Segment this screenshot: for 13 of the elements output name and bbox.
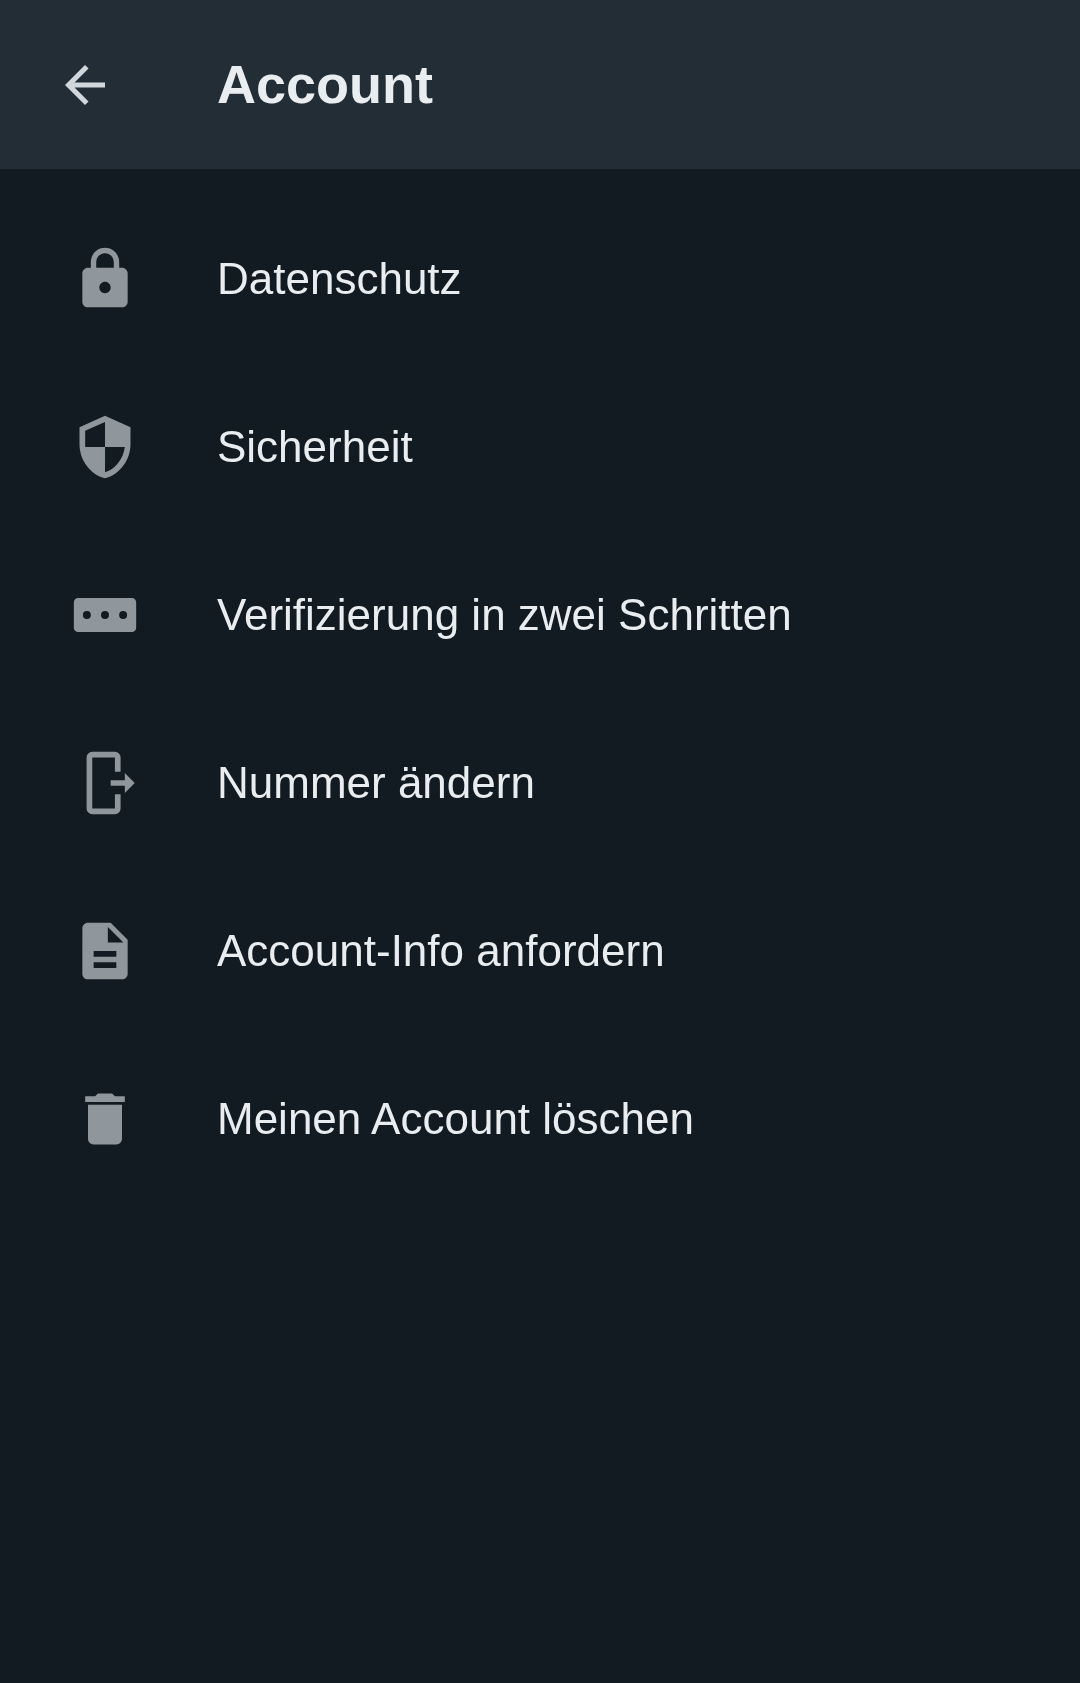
item-label: Nummer ändern (217, 757, 535, 809)
item-label: Account-Info anfordern (217, 925, 665, 977)
item-label: Sicherheit (217, 421, 413, 473)
settings-item[interactable]: Nummer ändern (0, 699, 1080, 867)
settings-item[interactable]: Account-Info anfordern (0, 867, 1080, 1035)
settings-item[interactable]: Verifizierung in zwei Schritten (0, 531, 1080, 699)
settings-item[interactable]: Meinen Account löschen (0, 1035, 1080, 1203)
item-label: Datenschutz (217, 253, 462, 305)
item-label: Meinen Account löschen (217, 1093, 694, 1145)
settings-item[interactable]: Sicherheit (0, 363, 1080, 531)
screen-title: Account (217, 53, 433, 116)
settings-item[interactable]: Datenschutz (0, 195, 1080, 363)
item-label: Verifizierung in zwei Schritten (217, 589, 792, 641)
